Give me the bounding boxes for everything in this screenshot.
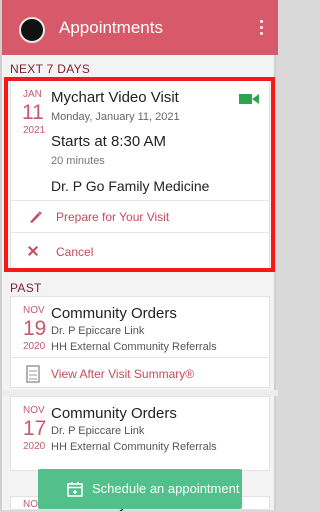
past-year: 2020 bbox=[23, 441, 46, 452]
past-year: 2020 bbox=[23, 341, 46, 352]
past-appointment-card-2[interactable]: NOV 17 2020 Community Orders Dr. P Epicc… bbox=[10, 396, 270, 471]
past-title: Community Orders bbox=[51, 405, 177, 422]
selection-highlight bbox=[4, 77, 275, 272]
top-app-bar: Appointments bbox=[2, 0, 278, 55]
past-department: HH External Community Referrals bbox=[51, 341, 217, 353]
overflow-menu-icon[interactable] bbox=[260, 20, 264, 36]
past-day: 17 bbox=[23, 417, 47, 440]
past-provider: Dr. P Epiccare Link bbox=[51, 425, 145, 437]
past-appointment-card-1[interactable]: NOV 19 2020 Community Orders Dr. P Epicc… bbox=[10, 296, 270, 388]
section-past: PAST bbox=[10, 281, 42, 295]
calendar-icon bbox=[67, 482, 83, 497]
past-month: NOV bbox=[23, 405, 45, 416]
past-title: Community Orders bbox=[51, 305, 177, 322]
avatar[interactable] bbox=[19, 17, 45, 43]
past-department: HH External Community Referrals bbox=[51, 441, 217, 453]
document-icon bbox=[26, 365, 40, 383]
section-next-7-days: NEXT 7 DAYS bbox=[10, 62, 91, 76]
view-after-visit-summary-link[interactable]: View After Visit Summary® bbox=[51, 367, 194, 381]
past-provider: Dr. P Epiccare Link bbox=[51, 325, 145, 337]
page-title: Appointments bbox=[59, 18, 163, 37]
divider bbox=[11, 357, 269, 358]
schedule-appointment-label: Schedule an appointment bbox=[92, 481, 240, 496]
app-frame: Appointments NEXT 7 DAYS JAN 11 2021 Myc… bbox=[0, 0, 278, 512]
schedule-appointment-button[interactable]: Schedule an appointment bbox=[38, 469, 242, 509]
past-day: 19 bbox=[23, 317, 47, 340]
past-month: NOV bbox=[23, 305, 45, 316]
